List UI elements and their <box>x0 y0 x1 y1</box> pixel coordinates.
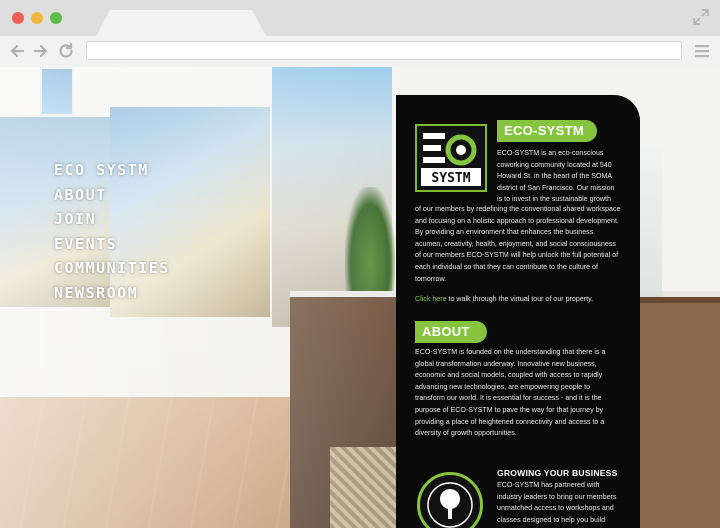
expand-icon[interactable] <box>692 8 710 26</box>
growing-business-badge <box>417 472 483 528</box>
virtual-tour-line: Click here to walk through the virtual t… <box>415 294 621 305</box>
nav-item-events[interactable]: EVENTS <box>54 232 170 257</box>
logo-mark-icon: SYSTM <box>421 133 481 186</box>
nav-item-newsroom[interactable]: NEWSROOM <box>54 281 170 306</box>
tree-icon <box>427 482 473 528</box>
nav-item-about[interactable]: ABOUT <box>54 183 170 208</box>
browser-chrome <box>0 0 720 68</box>
eco-systm-logo: SYSTM <box>415 124 487 192</box>
nav-item-eco-systm[interactable]: ECO SYSTM <box>54 158 170 183</box>
reload-icon[interactable] <box>57 42 75 60</box>
intro-text-continued: of our members by redefining the convent… <box>415 205 621 283</box>
background-counter-side <box>640 303 720 528</box>
virtual-tour-link[interactable]: Click here <box>415 295 447 303</box>
arrow-left-icon[interactable] <box>8 42 26 60</box>
intro-text: ECO-SYSTM is an eco-conscious coworking … <box>497 149 615 204</box>
minimize-window-button[interactable] <box>31 12 43 24</box>
close-window-button[interactable] <box>12 12 24 24</box>
section-heading-eco-systm: ECO-SYSTM <box>497 120 597 142</box>
webpage: ECO SYSTM ABOUT JOIN EVENTS COMMUNITIES … <box>0 67 720 528</box>
site-nav: ECO SYSTM ABOUT JOIN EVENTS COMMUNITIES … <box>54 158 170 306</box>
tab-bar <box>0 0 720 36</box>
arrow-right-icon[interactable] <box>32 42 50 60</box>
browser-tab[interactable] <box>96 10 266 36</box>
nav-item-communities[interactable]: COMMUNITIES <box>54 256 170 281</box>
maximize-window-button[interactable] <box>50 12 62 24</box>
growing-business-heading: GROWING YOUR BUSINESS <box>497 468 618 478</box>
nav-item-join[interactable]: JOIN <box>54 207 170 232</box>
logo-text: SYSTM <box>431 171 470 186</box>
background-vase <box>640 147 662 297</box>
content-panel: SYSTM ECO-SYSTM ECO-SYSTM is an eco-cons… <box>396 95 640 528</box>
virtual-tour-text: to walk through the virtual tour of our … <box>446 295 594 303</box>
address-bar[interactable] <box>86 41 682 60</box>
browser-toolbar <box>0 36 720 68</box>
hamburger-menu-icon[interactable] <box>694 43 710 59</box>
growing-business-text: ECO-SYSTM has partnered with industry le… <box>497 481 617 524</box>
about-text: ECO-SYSTM is founded on the understandin… <box>415 348 606 438</box>
section-heading-about: ABOUT <box>415 321 487 343</box>
